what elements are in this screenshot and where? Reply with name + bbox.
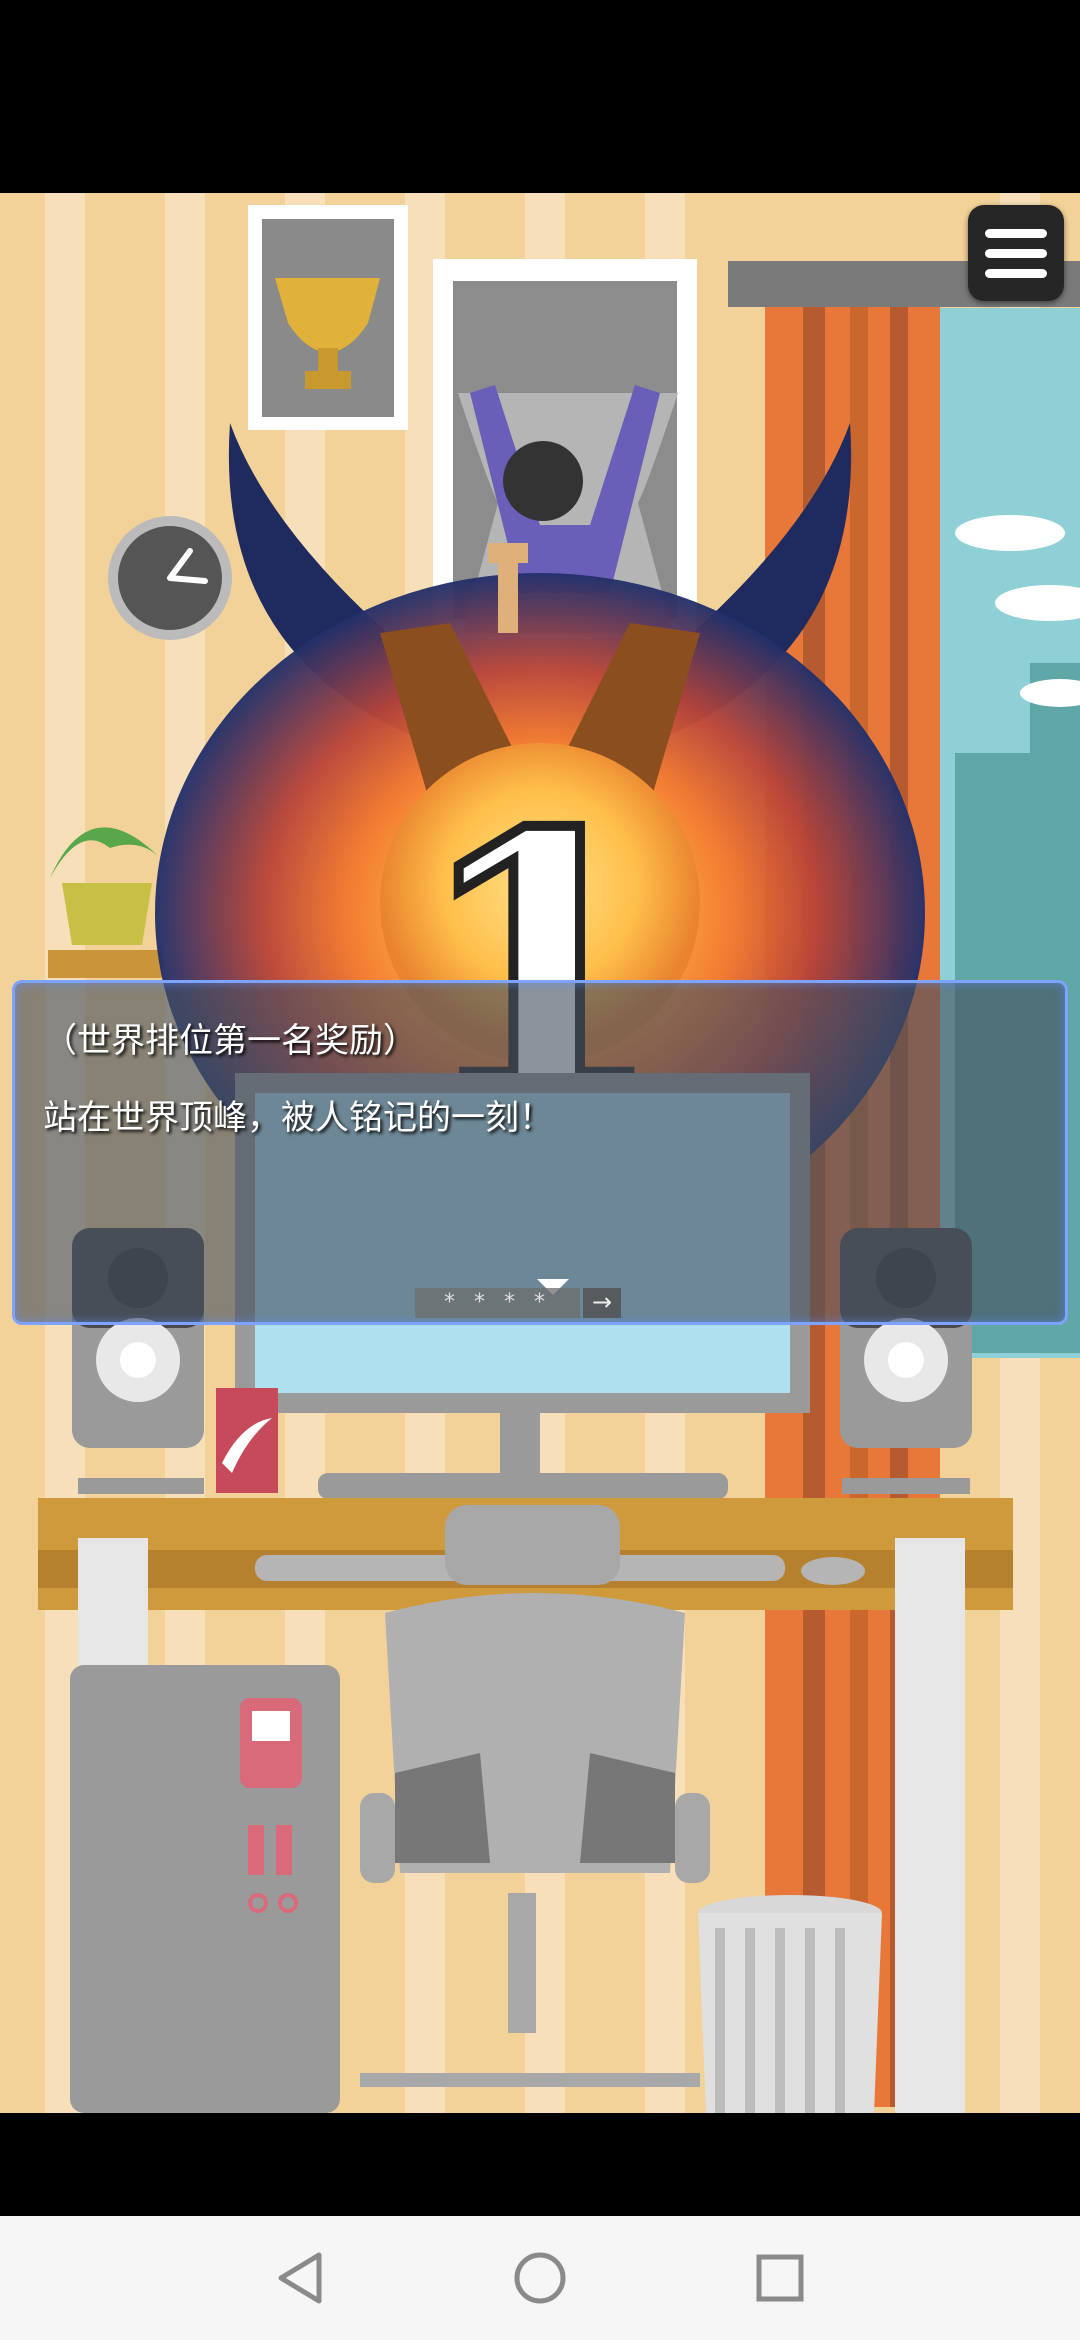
menu-icon-bar — [985, 268, 1047, 278]
home-circle-icon — [514, 2252, 566, 2304]
clock-icon — [108, 516, 232, 640]
pc-tower — [70, 1665, 340, 2113]
dialogue-box[interactable]: （世界排位第一名奖励） 站在世界顶峰，被人铭记的一刻！ — [12, 980, 1068, 1325]
menu-button[interactable] — [968, 205, 1064, 301]
drink-can — [216, 1388, 278, 1493]
trophy-picture-frame — [248, 205, 408, 430]
letterbox-bottom — [0, 2113, 1080, 2216]
dialogue-line: （世界排位第一名奖励） — [43, 1021, 417, 1061]
home-button[interactable] — [505, 2243, 575, 2313]
status-bar-area — [0, 0, 1080, 193]
menu-icon-bar — [985, 228, 1047, 238]
recents-button[interactable] — [745, 2243, 815, 2313]
back-button[interactable] — [265, 2243, 335, 2313]
dialogue-controls: * * * * → — [415, 1288, 621, 1322]
menu-icon-bar — [985, 248, 1047, 258]
auto-button[interactable]: * * * * — [415, 1288, 580, 1318]
recents-square-icon — [756, 2254, 804, 2302]
skip-button[interactable]: → — [583, 1288, 621, 1318]
trash-bin — [698, 1895, 882, 2113]
back-triangle-icon — [278, 2252, 322, 2304]
system-navigation-bar — [0, 2216, 1080, 2340]
dialogue-line: 站在世界顶峰，被人铭记的一刻！ — [43, 1098, 553, 1138]
